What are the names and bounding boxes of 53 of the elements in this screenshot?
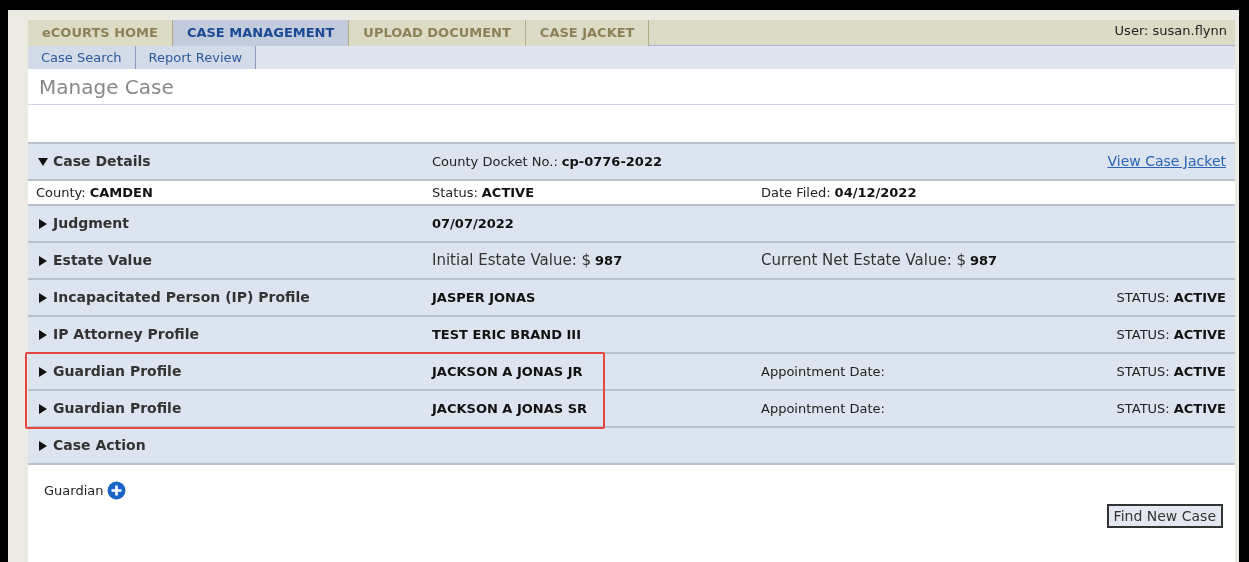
field-value: CAMDEN — [89, 183, 153, 202]
field-label: Status: — [432, 183, 478, 202]
plus-icon — [107, 481, 127, 501]
field-value: ACTIVE — [1173, 362, 1226, 381]
section-title: Estate Value — [53, 251, 152, 270]
field-label: STATUS: — [1116, 325, 1170, 344]
section-title: Case Details — [53, 152, 151, 171]
field-value: ACTIVE — [1173, 325, 1226, 344]
view-case-jacket-link[interactable]: View Case Jacket — [1107, 151, 1226, 172]
field-label: STATUS: — [1116, 399, 1170, 418]
section-title: Judgment — [53, 214, 129, 233]
field-value: JASPER JONAS — [432, 288, 536, 307]
section-title: Guardian Profile — [53, 362, 182, 381]
field-value: ACTIVE — [1173, 399, 1226, 418]
field-label: STATUS: — [1116, 362, 1170, 381]
field-value: JACKSON A JONAS JR — [432, 362, 583, 381]
field-value: 04/12/2022 — [834, 183, 917, 202]
field-label: County: — [36, 183, 86, 202]
section-header[interactable]: Case Action — [28, 428, 1235, 465]
field-value: cp-0776-2022 — [561, 152, 662, 171]
section-title: IP Attorney Profile — [53, 325, 199, 344]
field-label: STATUS: — [1116, 288, 1170, 307]
nav-tab[interactable]: CASE MANAGEMENT — [172, 20, 350, 46]
section-title: Case Action — [53, 436, 146, 455]
page-title: Manage Case — [39, 73, 174, 101]
field-value: 987 — [595, 252, 623, 271]
field-value: 07/07/2022 — [432, 214, 514, 233]
field-value: JACKSON A JONAS SR — [432, 399, 587, 418]
field-label: Initial Estate Value: $ — [432, 250, 592, 272]
field-value: ACTIVE — [1173, 288, 1226, 307]
field-value: ACTIVE — [481, 183, 535, 202]
section-header[interactable]: Guardian Profile JACKSON A JONAS JR Appointment Date: STATUS: ACTIVE — [28, 354, 1235, 391]
field-label: Appointment Date: — [761, 362, 885, 381]
find-new-case-button[interactable]: Find New Case — [1106, 503, 1223, 528]
field-label: Current Net Estate Value: $ — [761, 250, 966, 272]
field-label: County Docket No.: — [432, 152, 558, 171]
section-header[interactable]: Case Details County Docket No.: cp-0776-2022 View Case Jacket — [28, 144, 1235, 181]
section-header[interactable]: IP Attorney Profile TEST ERIC BRAND III STATUS: ACTIVE — [28, 317, 1235, 354]
field-value: TEST ERIC BRAND III — [432, 325, 581, 344]
field-label: Appointment Date: — [761, 399, 885, 418]
field-label: Date Filed: — [761, 183, 831, 202]
section-header[interactable]: Guardian Profile JACKSON A JONAS SR Appointment Date: STATUS: ACTIVE — [28, 391, 1235, 428]
section-title: Incapacitated Person (IP) Profile — [53, 288, 310, 307]
subnav-link[interactable]: Report Review — [135, 46, 257, 69]
section-title: Guardian Profile — [53, 399, 182, 418]
field-value: 987 — [970, 252, 998, 271]
section-header[interactable]: Incapacitated Person (IP) Profile JASPER JONAS STATUS: ACTIVE — [28, 280, 1235, 317]
subnav-link[interactable]: Case Search — [28, 46, 136, 69]
section-header[interactable]: Judgment 07/07/2022 — [28, 206, 1235, 243]
guardian-label: Guardian — [44, 482, 104, 500]
section-header[interactable]: Estate Value Initial Estate Value: $ 987 Current Net Estate Value: $ 987 — [28, 243, 1235, 280]
add-button[interactable] — [107, 481, 127, 501]
user-label: User: susan.flynn — [1114, 22, 1228, 40]
